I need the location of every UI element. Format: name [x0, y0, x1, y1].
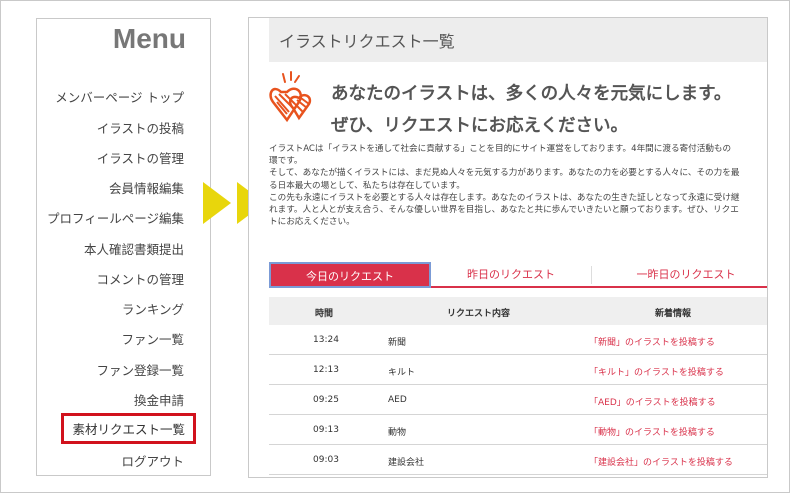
page-header: イラストリクエスト一覧: [269, 18, 767, 62]
arrow-right-icon: [203, 182, 231, 224]
tab-day-before-yesterday[interactable]: 一昨日のリクエスト: [591, 262, 767, 288]
sidebar-item-edit-profile[interactable]: プロフィールページ編集: [47, 208, 184, 227]
row-time: 09:25: [313, 395, 339, 405]
header-time: 時間: [315, 309, 334, 319]
page-title: イラストリクエスト一覧: [279, 32, 455, 51]
table-row: 09:25 AED 「AED」のイラストを投稿する: [269, 385, 767, 415]
post-illustration-link[interactable]: 「キルト」のイラストを投稿する: [589, 365, 724, 378]
sidebar-item-identity-docs[interactable]: 本人確認書類提出: [84, 239, 184, 258]
table-header: 時間 リクエスト内容 新着情報: [269, 297, 767, 325]
post-illustration-link[interactable]: 「建設会社」のイラストを投稿する: [589, 455, 733, 468]
row-content: 新聞: [388, 338, 407, 348]
sidebar-item-ranking[interactable]: ランキング: [122, 299, 184, 318]
sidebar-menu: Menu メンバーページ トップ イラストの投稿 イラストの管理 会員情報編集 …: [36, 18, 211, 476]
hero-headline: あなたのイラストは、多くの人々を元気にします。: [331, 84, 732, 104]
row-time: 12:13: [313, 365, 339, 375]
sidebar-item-edit-member-info[interactable]: 会員情報編集: [109, 178, 184, 197]
description-line: そして、あなたが描くイラストには、まだ見ぬ人々を元気する力があります。あなたの力…: [269, 168, 740, 179]
row-time: 09:13: [313, 425, 339, 435]
row-time: 13:24: [313, 335, 339, 345]
row-time: 09:03: [313, 455, 339, 465]
description-line: 環です。: [269, 156, 303, 167]
description-line: トにお応えください。: [269, 217, 355, 228]
sidebar-item-material-requests[interactable]: 素材リクエスト一覧: [61, 413, 196, 444]
sidebar-item-post-illustration[interactable]: イラストの投稿: [97, 118, 184, 137]
sidebar-item-logout[interactable]: ログアウト: [121, 451, 184, 470]
table-row: 13:24 新聞 「新聞」のイラストを投稿する: [269, 325, 767, 355]
tab-today[interactable]: 今日のリクエスト: [269, 262, 431, 288]
header-news: 新着情報: [655, 309, 692, 319]
tab-yesterday[interactable]: 昨日のリクエスト: [431, 262, 591, 288]
table-row: 09:13 動物 「動物」のイラストを投稿する: [269, 415, 767, 445]
hero-subheadline: ぜひ、リクエストにお応えください。: [331, 116, 628, 136]
table-row: 12:13 キルト 「キルト」のイラストを投稿する: [269, 355, 767, 385]
menu-title: Menu: [112, 23, 186, 54]
row-content: AED: [388, 395, 407, 405]
sidebar-item-member-top[interactable]: メンバーページ トップ: [55, 87, 184, 106]
sidebar-item-manage-comments[interactable]: コメントの管理: [96, 269, 184, 288]
request-list-panel: イラストリクエスト一覧 あなたのイラストは、多くの人々を元気にします。 ぜひ、リ…: [248, 17, 768, 478]
post-illustration-link[interactable]: 「AED」のイラストを投稿する: [589, 395, 716, 408]
post-illustration-link[interactable]: 「新聞」のイラストを投稿する: [589, 335, 715, 348]
row-content: 建設会社: [388, 458, 425, 468]
sidebar-item-cash-out[interactable]: 換金申請: [134, 390, 184, 409]
description-text: イラストACは「イラストを通して社会に貢献する」ことを目的にサイト運営をしており…: [269, 143, 767, 228]
sidebar-item-manage-illustration[interactable]: イラストの管理: [97, 148, 184, 167]
description-line: れます。人と人とが支え合う、そんな優しい世界を目指し、あなたと共に歩んでいきたい…: [269, 205, 739, 216]
row-content: 動物: [388, 428, 407, 438]
description-line: この先も永遠にイラストを必要とする人々は存在します。あなたのイラストは、あなたの…: [269, 192, 740, 203]
row-content: キルト: [388, 368, 416, 378]
table-row: 09:03 建設会社 「建設会社」のイラストを投稿する: [269, 445, 767, 475]
sidebar-item-fan-list[interactable]: ファン一覧: [121, 329, 184, 348]
hearts-icon: [269, 71, 312, 123]
sidebar-item-fan-registration[interactable]: ファン登録一覧: [96, 360, 184, 379]
request-tabs: 今日のリクエスト 昨日のリクエスト 一昨日のリクエスト: [269, 262, 767, 288]
description-line: る日本最大の場として、私たちは存在しています。: [269, 180, 465, 191]
header-content: リクエスト内容: [447, 309, 511, 319]
post-illustration-link[interactable]: 「動物」のイラストを投稿する: [589, 425, 715, 438]
description-line: イラストACは「イラストを通して社会に貢献する」ことを目的にサイト運営をしており…: [269, 144, 732, 154]
